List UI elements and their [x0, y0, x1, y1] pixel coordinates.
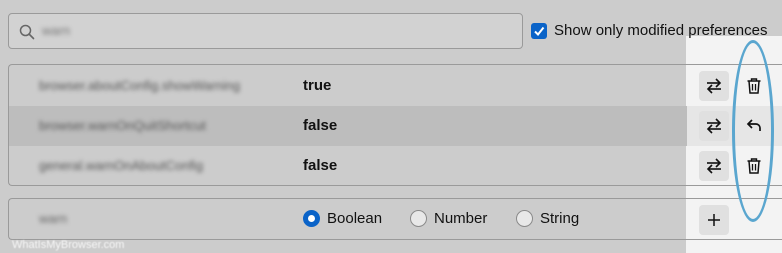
table-row: general.warnOnAboutConfig false: [9, 146, 782, 186]
search-icon: [18, 23, 36, 41]
toggle-icon: [706, 78, 722, 94]
annotation-ellipse: [732, 40, 774, 222]
preferences-table: browser.aboutConfig.showWarning true bro…: [8, 64, 782, 186]
search-input[interactable]: warn: [8, 13, 523, 49]
type-radio-string[interactable]: String: [516, 210, 579, 227]
new-pref-name: warn: [39, 211, 68, 226]
modified-only-toggle[interactable]: Show only modified preferences: [531, 22, 767, 39]
table-row: browser.aboutConfig.showWarning true: [9, 66, 782, 106]
add-preference-row: warn Boolean Number String: [8, 198, 782, 240]
radio-button[interactable]: [303, 210, 320, 227]
radio-label: String: [540, 210, 580, 227]
radio-label: Boolean: [327, 210, 383, 227]
toggle-icon: [706, 118, 722, 134]
add-button[interactable]: [699, 205, 729, 235]
toggle-icon: [706, 158, 722, 174]
table-row: browser.warnOnQuitShortcut false: [9, 106, 782, 146]
toggle-button[interactable]: [699, 71, 729, 101]
pref-name: general.warnOnAboutConfig: [39, 158, 204, 173]
pref-value: false: [303, 157, 338, 174]
pref-value: false: [303, 117, 338, 134]
modified-only-label: Show only modified preferences: [554, 22, 768, 39]
plus-icon: [708, 214, 720, 226]
radio-label: Number: [434, 210, 488, 227]
pref-value: true: [303, 77, 332, 94]
toggle-button[interactable]: [699, 111, 729, 141]
radio-button[interactable]: [516, 210, 533, 227]
type-radio-number[interactable]: Number: [410, 210, 487, 227]
toggle-button[interactable]: [699, 151, 729, 181]
search-value: warn: [42, 23, 71, 38]
modified-only-checkbox[interactable]: [531, 22, 547, 39]
watermark: WhatIsMyBrowser.com: [12, 239, 125, 251]
type-radio-boolean[interactable]: Boolean: [303, 210, 382, 227]
radio-button[interactable]: [410, 210, 427, 227]
pref-name: browser.warnOnQuitShortcut: [39, 118, 206, 133]
pref-name: browser.aboutConfig.showWarning: [39, 78, 241, 93]
